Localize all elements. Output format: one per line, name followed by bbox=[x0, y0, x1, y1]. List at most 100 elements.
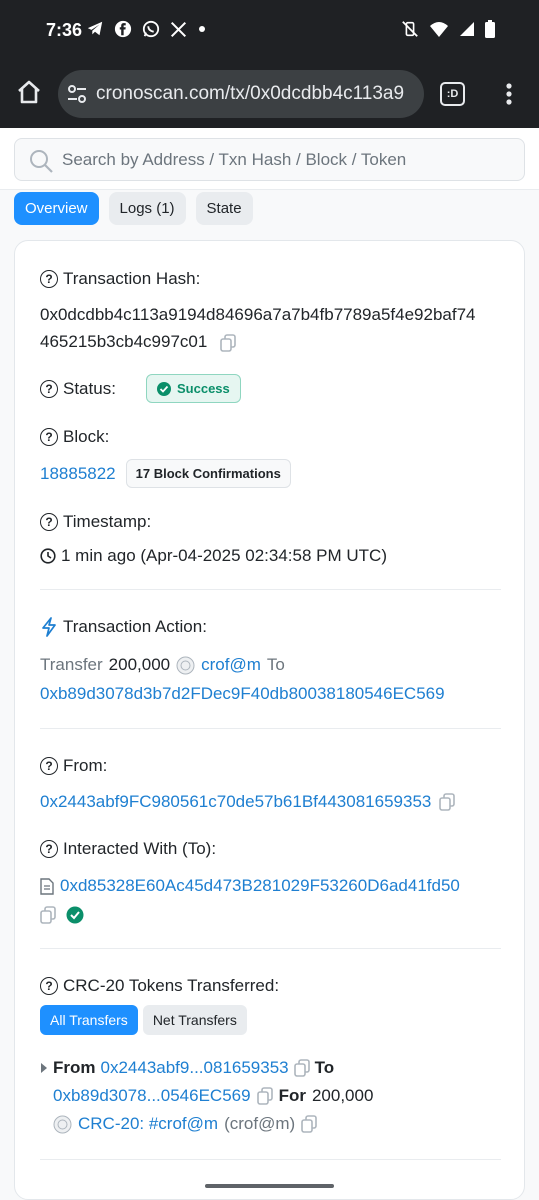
transfer-for-word: For bbox=[278, 1086, 306, 1105]
copy-icon[interactable] bbox=[256, 1087, 273, 1105]
transfer-row-3: CRC-20: #crof@m (crof@m) bbox=[53, 1114, 317, 1134]
help-icon[interactable]: ? bbox=[40, 840, 58, 858]
help-icon[interactable]: ? bbox=[40, 428, 58, 446]
check-circle-icon bbox=[157, 381, 171, 396]
hash-value-line1: 0x0dcdbb4c113a9194d84696a7a7b4fb7789a5f4… bbox=[40, 305, 476, 324]
divider bbox=[40, 728, 501, 729]
all-transfers-button[interactable]: All Transfers bbox=[40, 1005, 138, 1035]
interacted-address-link[interactable]: 0xd85328E60Ac45d473B281029F53260D6ad41fd… bbox=[60, 876, 460, 896]
action-label: Transaction Action: bbox=[63, 617, 207, 636]
search-placeholder: Search by Address / Txn Hash / Block / T… bbox=[62, 150, 407, 169]
vibrate-off-icon bbox=[402, 21, 418, 37]
search-input[interactable]: Search by Address / Txn Hash / Block / T… bbox=[14, 138, 525, 181]
block-number-link[interactable]: 18885822 bbox=[40, 464, 116, 484]
hash-label-row: ? Transaction Hash: bbox=[40, 269, 200, 289]
battery-icon bbox=[485, 20, 495, 38]
token-logo-icon bbox=[53, 1115, 72, 1133]
facebook-icon bbox=[114, 20, 132, 38]
transfer-amount: 200,000 bbox=[311, 1086, 374, 1105]
help-icon[interactable]: ? bbox=[40, 977, 58, 995]
from-label: From: bbox=[63, 756, 108, 775]
transfer-to-link[interactable]: 0xb89d3078...0546EC569 bbox=[53, 1086, 251, 1106]
action-label-row: Transaction Action: bbox=[40, 617, 207, 637]
interacted-actions-row bbox=[40, 906, 84, 924]
tab-logs[interactable]: Logs (1) bbox=[108, 192, 186, 225]
divider bbox=[40, 589, 501, 590]
status-label-row: ? Status: bbox=[40, 379, 116, 399]
copy-icon[interactable] bbox=[301, 1115, 317, 1133]
more-menu-icon[interactable] bbox=[502, 82, 516, 106]
help-icon[interactable]: ? bbox=[40, 757, 58, 775]
status-label: Status: bbox=[63, 379, 116, 398]
transfer-to-word: To bbox=[314, 1058, 335, 1077]
x-icon bbox=[170, 21, 187, 37]
block-label-row: ? Block: bbox=[40, 427, 109, 447]
block-label: Block: bbox=[63, 427, 110, 446]
status-value: Success bbox=[177, 381, 230, 396]
divider bbox=[40, 1159, 501, 1160]
copy-icon[interactable] bbox=[439, 793, 456, 811]
token-link[interactable]: CRC-20: #crof@m bbox=[78, 1114, 218, 1134]
action-to-word: To bbox=[266, 655, 285, 674]
whatsapp-icon bbox=[142, 20, 160, 38]
block-confirmations-badge: 17 Block Confirmations bbox=[125, 459, 291, 488]
transfer-row-1: From 0x2443abf9...081659353 To bbox=[40, 1058, 334, 1078]
help-icon[interactable]: ? bbox=[40, 513, 58, 531]
telegram-icon bbox=[87, 21, 103, 36]
hash-value-line2: 465215b3cb4c997c01 bbox=[40, 332, 236, 352]
help-icon[interactable]: ? bbox=[40, 380, 58, 398]
status-bar: 7:36 bbox=[0, 0, 539, 60]
from-label-row: ? From: bbox=[40, 756, 107, 776]
browser-toolbar: cronoscan.com/tx/0x0dcdbb4c113a9 :D bbox=[0, 60, 539, 128]
tokens-label: CRC-20 Tokens Transferred: bbox=[63, 976, 280, 995]
help-icon[interactable]: ? bbox=[40, 270, 58, 288]
hash-value-tail: 465215b3cb4c997c01 bbox=[40, 332, 208, 351]
copy-icon[interactable] bbox=[293, 1059, 310, 1077]
clock-icon bbox=[40, 548, 56, 564]
action-value-row: Transfer 200,000 crof@m To bbox=[40, 655, 285, 675]
lightning-icon bbox=[42, 617, 56, 637]
caret-right-icon[interactable] bbox=[40, 1062, 48, 1074]
verified-check-icon bbox=[66, 906, 84, 924]
signal-icon bbox=[460, 22, 474, 36]
status-time: 7:36 bbox=[46, 20, 83, 40]
tokens-label-row: ? CRC-20 Tokens Transferred: bbox=[40, 976, 279, 996]
hash-label: Transaction Hash: bbox=[63, 269, 201, 288]
contract-file-icon bbox=[40, 877, 54, 895]
page-tabs: Overview Logs (1) State bbox=[14, 192, 253, 225]
action-to-address-link[interactable]: 0xb89d3078d3b7d2FDec9F40db80038180546EC5… bbox=[40, 684, 445, 704]
url-text[interactable]: cronoscan.com/tx/0x0dcdbb4c113a9 bbox=[96, 83, 404, 105]
tab-state[interactable]: State bbox=[195, 192, 253, 225]
site-settings-icon[interactable] bbox=[66, 83, 88, 105]
home-icon[interactable] bbox=[14, 77, 44, 107]
token-symbol: (crof@m) bbox=[224, 1114, 296, 1133]
action-token-link[interactable]: crof@m bbox=[201, 655, 261, 675]
tab-overview[interactable]: Overview bbox=[14, 192, 99, 225]
transaction-card: ? Transaction Hash: 0x0dcdbb4c113a9194d8… bbox=[14, 240, 525, 1200]
tab-switcher-button[interactable]: :D bbox=[440, 82, 465, 106]
transfer-from-word: From bbox=[53, 1058, 96, 1077]
address-bar[interactable]: cronoscan.com/tx/0x0dcdbb4c113a9 bbox=[58, 70, 424, 118]
from-address-link[interactable]: 0x2443abf9FC980561c70de57b61Bf4430816593… bbox=[40, 792, 431, 812]
net-transfers-button[interactable]: Net Transfers bbox=[142, 1005, 247, 1035]
interacted-value-row: 0xd85328E60Ac45d473B281029F53260D6ad41fd… bbox=[40, 876, 460, 896]
status-badge: Success bbox=[146, 374, 241, 403]
action-transfer-word: Transfer bbox=[40, 655, 103, 674]
notification-dot-icon bbox=[199, 26, 205, 32]
transfer-filter: All Transfers Net Transfers bbox=[40, 1005, 247, 1035]
from-value-row: 0x2443abf9FC980561c70de57b61Bf4430816593… bbox=[40, 792, 456, 812]
interacted-label-row: ? Interacted With (To): bbox=[40, 839, 216, 859]
block-value-row: 18885822 17 Block Confirmations bbox=[40, 459, 291, 488]
transfer-from-link[interactable]: 0x2443abf9...081659353 bbox=[101, 1058, 289, 1078]
transfer-row-2: 0xb89d3078...0546EC569 For 200,000 bbox=[53, 1086, 373, 1106]
action-amount: 200,000 bbox=[108, 655, 171, 674]
search-icon bbox=[30, 150, 53, 173]
search-area: Search by Address / Txn Hash / Block / T… bbox=[0, 128, 539, 190]
timestamp-label-row: ? Timestamp: bbox=[40, 512, 151, 532]
gesture-home-indicator[interactable] bbox=[205, 1184, 334, 1188]
wifi-icon bbox=[430, 22, 448, 37]
timestamp-label: Timestamp: bbox=[63, 512, 152, 531]
copy-icon[interactable] bbox=[40, 906, 56, 924]
copy-icon[interactable] bbox=[220, 333, 236, 352]
timestamp-value: 1 min ago (Apr-04-2025 02:34:58 PM UTC) bbox=[61, 546, 387, 565]
